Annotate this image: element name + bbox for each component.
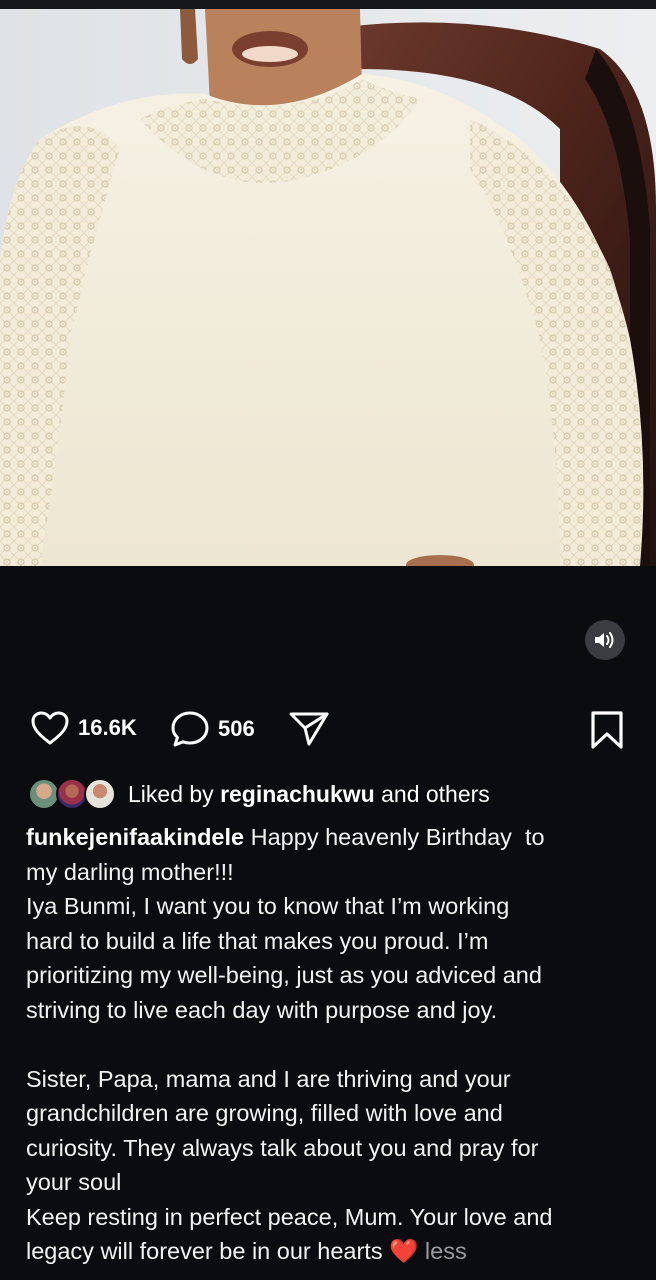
share-button[interactable] — [288, 710, 330, 748]
caption-line: Sister, Papa, mama and I are thriving an… — [26, 1065, 511, 1092]
liker-avatars — [28, 776, 118, 812]
caption-line: legacy will forever be in our hearts — [26, 1238, 383, 1264]
liked-by-suffix: and others — [374, 780, 490, 807]
liked-by-row[interactable]: Liked by reginachukwu and others — [28, 774, 490, 814]
comment-count[interactable]: 506 — [218, 716, 255, 742]
like-count[interactable]: 16.6K — [78, 715, 137, 741]
caption-line: curiosity. They always talk about you an… — [26, 1134, 539, 1161]
caption-line: grandchildren are growing, filled with l… — [26, 1100, 503, 1126]
save-button[interactable] — [590, 710, 624, 750]
heart-outline-icon — [31, 711, 69, 745]
speech-bubble-icon — [171, 711, 209, 747]
caption-line: hard to build a life that makes you prou… — [26, 927, 489, 954]
speaker-icon — [595, 632, 614, 648]
caption-line: your soul — [26, 1169, 122, 1195]
mute-toggle-button[interactable] — [585, 620, 625, 660]
caption-line: striving to live each day with purpose a… — [26, 996, 498, 1023]
paper-plane-icon — [289, 712, 329, 746]
caption-line: prioritizing my well-being, just as you … — [26, 962, 542, 988]
heart-emoji: ❤️ — [389, 1238, 419, 1264]
avatar — [84, 778, 116, 810]
comment-button[interactable]: 506 — [170, 710, 255, 748]
liked-by-prefix: Liked by — [128, 780, 221, 807]
post-photo[interactable] — [0, 9, 656, 566]
post-caption: funkejenifaakindele Happy heavenly Birth… — [26, 820, 634, 1269]
caption-username[interactable]: funkejenifaakindele — [26, 824, 244, 850]
post-photo-image — [0, 9, 656, 566]
caption-line: Keep resting in perfect peace, Mum. Your… — [26, 1203, 553, 1230]
media-controls-area — [0, 566, 656, 690]
post-action-bar: 16.6K 506 — [0, 700, 656, 764]
top-strip — [0, 0, 656, 9]
caption-line: Iya Bunmi, I want you to know that I’m w… — [26, 893, 510, 919]
less-toggle[interactable]: less — [425, 1238, 467, 1264]
caption-line: my darling mother!!! — [26, 858, 234, 885]
caption-line: Happy heavenly Birthday to — [244, 824, 545, 850]
liked-by-username[interactable]: reginachukwu — [220, 781, 375, 807]
bookmark-icon — [591, 711, 623, 749]
like-button[interactable]: 16.6K — [30, 710, 137, 746]
liked-by-text: Liked by reginachukwu and others — [128, 781, 490, 808]
